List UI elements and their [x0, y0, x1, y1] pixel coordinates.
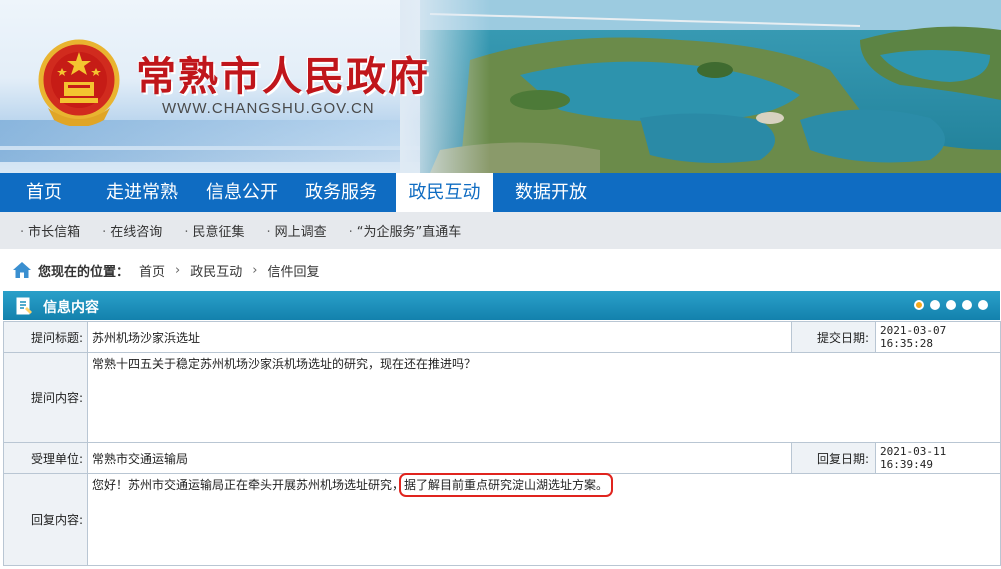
question-label: 提问内容: — [3, 352, 88, 443]
nav-item-open-data[interactable]: 数据开放 — [505, 173, 605, 212]
dept-label: 受理单位: — [3, 442, 88, 474]
site-url: WWW.CHANGSHU.GOV.CN — [162, 100, 375, 117]
main-nav: 首页 走进常熟 信息公开 政务服务 政民互动 数据开放 — [0, 173, 1001, 212]
reply-date-value: 2021-03-11 16:39:49 — [875, 442, 1001, 474]
subnav-item-online-survey[interactable]: · 网上调查 — [266, 221, 326, 240]
home-icon — [13, 262, 31, 278]
letter-detail-table: 提问标题: 苏州机场沙家浜选址 提交日期: 2021-03-07 16:35:2… — [3, 321, 1001, 566]
pager-dot[interactable] — [962, 300, 972, 310]
site-banner: 常熟市人民政府 WWW.CHANGSHU.GOV.CN — [0, 0, 1001, 173]
subnav-label: 在线咨询 — [110, 225, 163, 240]
bullet-icon: · — [348, 225, 353, 240]
subnav-label: 网上调查 — [274, 225, 327, 240]
nav-item-info-disclosure[interactable]: 信息公开 — [196, 173, 290, 212]
chevron-right-icon: › — [252, 262, 258, 278]
subnav-label: “为企服务”直通车 — [356, 225, 462, 240]
dept-value: 常熟市交通运输局 — [87, 442, 792, 474]
table-row: 提问内容: 常熟十四五关于稳定苏州机场沙家浜机场选址的研究，现在还在推进吗？ — [3, 352, 1001, 443]
reply-date-label: 回复日期: — [791, 442, 876, 474]
site-title: 常熟市人民政府 — [136, 53, 430, 100]
nav-item-interaction[interactable]: 政民互动 — [396, 173, 493, 212]
bullet-icon: · — [20, 225, 25, 240]
subject-label: 提问标题: — [3, 321, 88, 353]
breadcrumb-home[interactable]: 首页 — [139, 261, 165, 280]
pager-dot[interactable] — [946, 300, 956, 310]
breadcrumb-letter-reply[interactable]: 信件回复 — [267, 261, 319, 280]
reply-value: 您好！苏州市交通运输局正在牵头开展苏州机场选址研究，据了解目前重点研究淀山湖选址… — [87, 473, 1001, 566]
subject-value: 苏州机场沙家浜选址 — [87, 321, 792, 353]
nav-item-home[interactable]: 首页 — [16, 173, 76, 212]
bullet-icon: · — [102, 225, 107, 240]
sub-nav: · 市长信箱 · 在线咨询 · 民意征集 · 网上调查 · “为企服务”直通车 — [0, 212, 1001, 249]
subnav-item-opinion-collection[interactable]: · 民意征集 — [184, 221, 244, 240]
pager-dot[interactable] — [930, 300, 940, 310]
breadcrumb: 您现在的位置： 首页 › 政民互动 › 信件回复 — [12, 258, 319, 282]
info-panel-header: 信息内容 — [3, 291, 1000, 320]
chevron-right-icon: › — [175, 262, 181, 278]
submit-date-label: 提交日期: — [791, 321, 876, 353]
subnav-label: 市长信箱 — [28, 225, 81, 240]
nav-item-gov-services[interactable]: 政务服务 — [295, 173, 390, 212]
table-row: 提问标题: 苏州机场沙家浜选址 提交日期: 2021-03-07 16:35:2… — [3, 321, 1001, 353]
breadcrumb-interaction[interactable]: 政民互动 — [190, 261, 242, 280]
nav-item-about-changshu[interactable]: 走进常熟 — [96, 173, 192, 212]
reply-highlighted-text: 据了解目前重点研究淀山湖选址方案。 — [399, 473, 614, 497]
pager-dot-active[interactable] — [914, 300, 924, 310]
table-row: 回复内容: 您好！苏州市交通运输局正在牵头开展苏州机场选址研究，据了解目前重点研… — [3, 473, 1001, 566]
subnav-item-enterprise-service[interactable]: · “为企服务”直通车 — [349, 221, 462, 240]
table-row: 受理单位: 常熟市交通运输局 回复日期: 2021-03-11 16:39:49 — [3, 442, 1001, 474]
submit-date-value: 2021-03-07 16:35:28 — [875, 321, 1001, 353]
pager-dots — [914, 300, 988, 310]
question-value: 常熟十四五关于稳定苏州机场沙家浜机场选址的研究，现在还在推进吗？ — [87, 352, 1001, 443]
subnav-item-mayor-mailbox[interactable]: · 市长信箱 — [20, 221, 80, 240]
subnav-item-online-consult[interactable]: · 在线咨询 — [102, 221, 162, 240]
subnav-label: 民意征集 — [192, 225, 245, 240]
reply-text: 您好！苏州市交通运输局正在牵头开展苏州机场选址研究， — [92, 478, 405, 492]
bullet-icon: · — [266, 225, 271, 240]
reply-label: 回复内容: — [3, 473, 88, 566]
national-emblem-icon — [38, 39, 120, 126]
bullet-icon: · — [184, 225, 189, 240]
document-icon — [16, 297, 32, 315]
breadcrumb-label: 您现在的位置： — [38, 264, 130, 280]
pager-dot[interactable] — [978, 300, 988, 310]
info-panel-title: 信息内容 — [43, 300, 99, 316]
